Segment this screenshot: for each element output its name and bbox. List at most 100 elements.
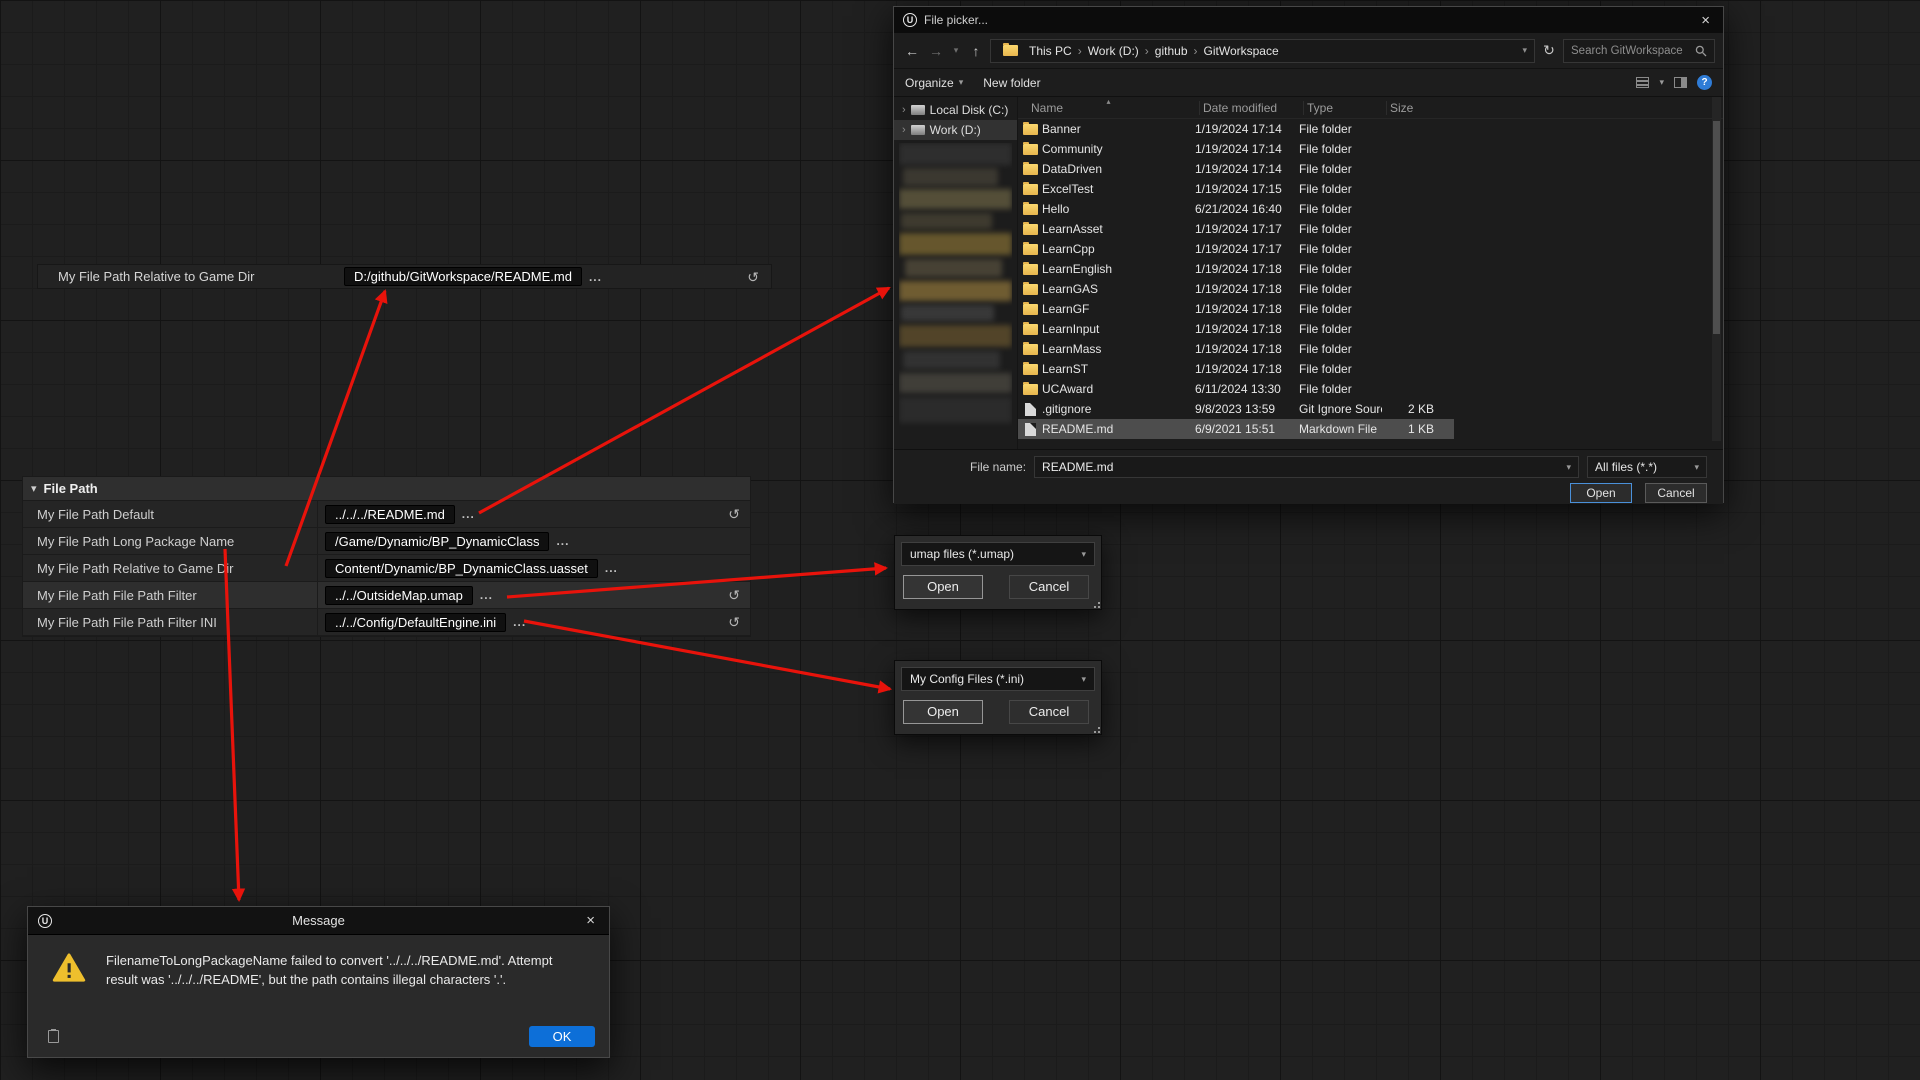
current-folder-icon	[998, 45, 1022, 56]
title-bar[interactable]: U Message ×	[28, 907, 609, 935]
file-date-modified: 6/11/2024 13:30	[1195, 382, 1299, 396]
file-row[interactable]: LearnMass 1/19/2024 17:18 File folder	[1018, 339, 1454, 359]
revert-icon[interactable]: ↺	[728, 588, 740, 602]
revert-icon[interactable]: ↺	[747, 270, 759, 284]
property-label: My File Path Default	[23, 507, 317, 522]
cancel-button[interactable]: Cancel	[1645, 483, 1707, 503]
file-path-value-box[interactable]: D:/github/GitWorkspace/README.md	[344, 267, 582, 286]
organize-menu[interactable]: Organize ▾	[905, 76, 963, 90]
history-dropdown-icon[interactable]: ▾	[950, 45, 962, 56]
file-path-value-box[interactable]: ../../OutsideMap.umap	[325, 586, 473, 605]
column-header-date-modified[interactable]: Date modified	[1199, 101, 1303, 115]
tree-expander-icon[interactable]: ›	[902, 104, 906, 116]
address-dropdown-icon[interactable]: ▾	[1522, 45, 1527, 56]
title-bar[interactable]: U File picker... ×	[894, 7, 1723, 33]
resize-grip[interactable]	[1091, 599, 1100, 608]
change-view-icon[interactable]	[1636, 77, 1649, 88]
revert-icon[interactable]: ↺	[728, 507, 740, 521]
breadcrumb-item[interactable]: GitWorkspace ›	[1204, 44, 1279, 58]
search-icon	[1695, 45, 1707, 57]
file-path-value-box[interactable]: ../../Config/DefaultEngine.ini	[325, 613, 506, 632]
chevron-down-icon[interactable]: ▾	[31, 482, 37, 495]
breadcrumb-item[interactable]: This PC ›	[1029, 44, 1082, 58]
file-row[interactable]: ExcelTest 1/19/2024 17:15 File folder	[1018, 179, 1454, 199]
browse-ellipsis-button[interactable]: ...	[513, 615, 526, 629]
cancel-button[interactable]: Cancel	[1009, 575, 1089, 599]
column-header-type[interactable]: Type	[1303, 101, 1386, 115]
copy-to-clipboard-icon[interactable]	[48, 1030, 59, 1043]
cancel-button[interactable]: Cancel	[1009, 700, 1089, 724]
breadcrumb-item[interactable]: Work (D:) ›	[1088, 44, 1149, 58]
new-folder-button[interactable]: New folder	[983, 76, 1040, 90]
browse-ellipsis-button[interactable]: ...	[462, 507, 475, 521]
tree-expander-icon[interactable]: ›	[902, 124, 906, 136]
ini-filter-dialog: My Config Files (*.ini) ▾ Open Cancel	[894, 660, 1102, 735]
file-row[interactable]: LearnGF 1/19/2024 17:18 File folder	[1018, 299, 1454, 319]
browse-ellipsis-button[interactable]: ...	[480, 588, 493, 602]
browse-ellipsis-button[interactable]: ...	[556, 534, 569, 548]
file-row[interactable]: LearnGAS 1/19/2024 17:18 File folder	[1018, 279, 1454, 299]
file-row[interactable]: LearnAsset 1/19/2024 17:17 File folder	[1018, 219, 1454, 239]
file-path-value-box[interactable]: ../../../README.md	[325, 505, 455, 524]
close-icon[interactable]: ×	[1697, 12, 1714, 29]
preview-pane-icon[interactable]	[1674, 77, 1687, 88]
file-name: README.md	[1042, 422, 1195, 436]
file-row[interactable]: DataDriven 1/19/2024 17:14 File folder	[1018, 159, 1454, 179]
search-box[interactable]: Search GitWorkspace	[1563, 39, 1715, 63]
file-row[interactable]: README.md 6/9/2021 15:51 Markdown File 1…	[1018, 419, 1454, 439]
address-bar[interactable]: This PC › Work (D:) › github ›	[990, 39, 1535, 63]
file-name-label: File name:	[970, 460, 1026, 474]
file-name: LearnInput	[1042, 322, 1195, 336]
scrollbar-thumb[interactable]	[1713, 121, 1720, 334]
file-row[interactable]: LearnST 1/19/2024 17:18 File folder	[1018, 359, 1454, 379]
file-row[interactable]: LearnCpp 1/19/2024 17:17 File folder	[1018, 239, 1454, 259]
file-type-filter-select[interactable]: umap files (*.umap) ▾	[901, 542, 1095, 566]
file-row[interactable]: LearnEnglish 1/19/2024 17:18 File folder	[1018, 259, 1454, 279]
file-row[interactable]: Community 1/19/2024 17:14 File folder	[1018, 139, 1454, 159]
file-row[interactable]: LearnInput 1/19/2024 17:18 File folder	[1018, 319, 1454, 339]
file-row[interactable]: .gitignore 9/8/2023 13:59 Git Ignore Sou…	[1018, 399, 1454, 419]
refresh-button[interactable]: ↻	[1539, 42, 1559, 59]
browse-ellipsis-button[interactable]: ...	[589, 270, 602, 284]
file-name-field[interactable]	[1042, 460, 1566, 474]
file-type: File folder	[1299, 242, 1382, 256]
file-date-modified: 1/19/2024 17:14	[1195, 122, 1299, 136]
property-label: My File Path Relative to Game Dir	[23, 561, 317, 576]
column-header-name[interactable]: ▴ Name	[1018, 101, 1199, 115]
resize-grip[interactable]	[1091, 724, 1100, 733]
file-row[interactable]: Banner 1/19/2024 17:14 File folder	[1018, 119, 1454, 139]
file-name: .gitignore	[1042, 402, 1195, 416]
file-row[interactable]: UCAward 6/11/2024 13:30 File folder	[1018, 379, 1454, 399]
view-dropdown-icon[interactable]: ▾	[1659, 77, 1664, 88]
file-path-value-box[interactable]: Content/Dynamic/BP_DynamicClass.uasset	[325, 559, 598, 578]
file-name: LearnEnglish	[1042, 262, 1195, 276]
open-button[interactable]: Open	[903, 700, 983, 724]
ok-button[interactable]: OK	[529, 1026, 595, 1047]
file-row[interactable]: Hello 6/21/2024 16:40 File folder	[1018, 199, 1454, 219]
close-icon[interactable]: ×	[582, 912, 599, 929]
category-header-file-path[interactable]: ▾ File Path	[23, 477, 750, 501]
tree-item-local-disk-c[interactable]: › Local Disk (C:)	[894, 100, 1017, 120]
vertical-scrollbar[interactable]	[1712, 97, 1721, 441]
censored-region	[899, 143, 1012, 435]
file-path-value-box[interactable]: /Game/Dynamic/BP_DynamicClass	[325, 532, 549, 551]
chevron-down-icon[interactable]: ▾	[1567, 462, 1572, 473]
open-button[interactable]: Open	[903, 575, 983, 599]
file-date-modified: 1/19/2024 17:14	[1195, 142, 1299, 156]
revert-icon[interactable]: ↺	[728, 615, 740, 629]
browse-ellipsis-button[interactable]: ...	[605, 561, 618, 575]
file-size: 2 KB	[1382, 402, 1442, 416]
up-button[interactable]: ↑	[966, 43, 986, 59]
file-name-input[interactable]: ▾	[1034, 456, 1579, 478]
forward-button[interactable]: →	[926, 43, 946, 59]
picker-body: › Local Disk (C:) › Work (D:)	[894, 97, 1723, 449]
open-button[interactable]: Open	[1570, 483, 1632, 503]
help-icon[interactable]: ?	[1697, 75, 1712, 90]
umap-filter-dialog: umap files (*.umap) ▾ Open Cancel	[894, 535, 1102, 610]
file-type-select[interactable]: All files (*.*) ▾	[1587, 456, 1707, 478]
column-header-size[interactable]: Size	[1386, 101, 1454, 115]
file-type-filter-select[interactable]: My Config Files (*.ini) ▾	[901, 667, 1095, 691]
back-button[interactable]: ←	[902, 43, 922, 59]
tree-item-work-d[interactable]: › Work (D:)	[894, 120, 1017, 140]
breadcrumb-item[interactable]: github ›	[1155, 44, 1198, 58]
